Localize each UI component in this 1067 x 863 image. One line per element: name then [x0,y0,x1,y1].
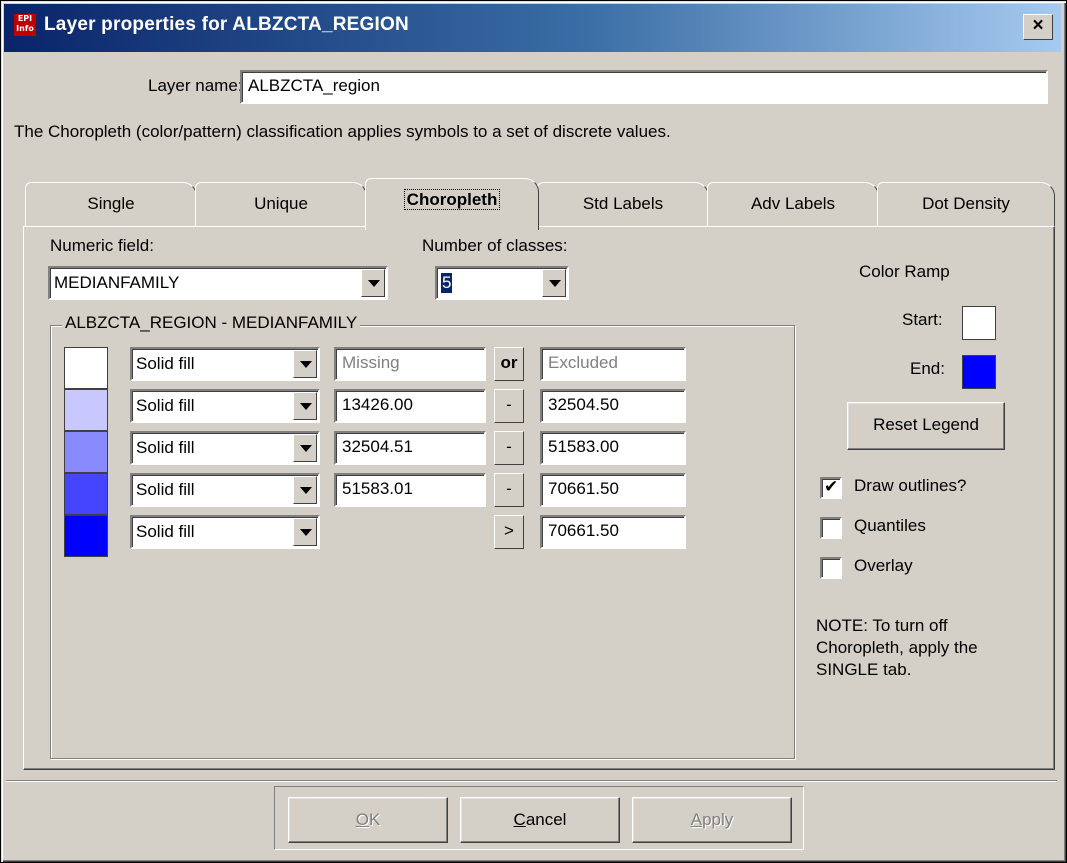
draw-outlines-checkbox[interactable] [820,477,842,499]
class-color-swatch[interactable] [64,473,108,515]
fill-style-select[interactable]: Solid fill [130,431,320,465]
close-button[interactable]: × [1023,14,1053,40]
tab-dot-density[interactable]: Dot Density [877,182,1055,228]
chevron-down-icon[interactable] [361,269,385,297]
overlay-label: Overlay [854,556,913,575]
note-line-3: SINGLE tab. [816,660,912,679]
class-from-input[interactable]: 13426.00 [334,389,486,423]
window-title: Layer properties for ALBZCTA_REGION [44,14,409,35]
draw-outlines-label: Draw outlines? [854,476,967,495]
note-line-1: NOTE: To turn off [816,616,948,635]
tab-adv-labels[interactable]: Adv Labels [707,182,879,228]
epi-info-app-icon: EPI Info [14,14,36,36]
start-color-swatch[interactable] [962,306,996,340]
start-color-label: Start: [902,310,943,329]
class-operator-button[interactable]: - [494,473,524,507]
chevron-down-icon[interactable] [293,518,317,546]
reset-legend-button[interactable]: Reset Legend [847,402,1005,450]
ok-button[interactable]: OK [288,797,448,843]
apply-button[interactable]: Apply [632,797,792,843]
separator [6,780,1057,782]
fill-style-select[interactable]: Solid fill [130,473,320,507]
class-color-swatch[interactable] [64,515,108,557]
quantiles-label: Quantiles [854,516,926,535]
fill-style-select[interactable]: Solid fill [130,389,320,423]
chevron-down-icon[interactable] [293,476,317,504]
number-of-classes-label: Number of classes: [422,236,568,255]
fill-style-select[interactable]: Solid fill [130,515,320,549]
tab-single[interactable]: Single [25,182,197,228]
end-color-label: End: [910,359,945,378]
overlay-checkbox[interactable] [820,557,842,579]
chevron-down-icon[interactable] [542,269,566,297]
chevron-down-icon[interactable] [293,392,317,420]
numeric-field-label: Numeric field: [50,236,154,255]
class-to-input[interactable]: Excluded [540,347,686,381]
description-text: The Choropleth (color/pattern) classific… [14,122,671,141]
class-to-input[interactable]: 32504.50 [540,389,686,423]
tab-choropleth[interactable]: Choropleth [365,178,539,230]
close-icon: × [1032,15,1044,36]
chevron-down-icon[interactable] [293,434,317,462]
number-of-classes-select[interactable]: 5 [435,266,569,300]
class-operator-button[interactable]: or [494,347,524,381]
class-from-input[interactable]: Missing [334,347,486,381]
tab-unique[interactable]: Unique [195,182,367,228]
quantiles-checkbox[interactable] [820,517,842,539]
layer-name-input[interactable]: ALBZCTA_region [240,70,1048,104]
color-ramp-title: Color Ramp [859,262,950,281]
tab-std-labels[interactable]: Std Labels [537,182,709,228]
class-from-input[interactable]: 32504.51 [334,431,486,465]
class-to-input[interactable]: 70661.50 [540,515,686,549]
classes-groupbox-title: ALBZCTA_REGION - MEDIANFAMILY [62,313,361,333]
class-color-swatch[interactable] [64,347,108,389]
note-line-2: Choropleth, apply the [816,638,978,657]
chevron-down-icon[interactable] [293,350,317,378]
class-from-input[interactable]: 51583.01 [334,473,486,507]
class-color-swatch[interactable] [64,431,108,473]
class-to-input[interactable]: 70661.50 [540,473,686,507]
class-color-swatch[interactable] [64,389,108,431]
numeric-field-select[interactable]: MEDIANFAMILY [48,266,388,300]
class-operator-button[interactable]: > [494,515,524,549]
fill-style-select[interactable]: Solid fill [130,347,320,381]
end-color-swatch[interactable] [962,355,996,389]
class-operator-button[interactable]: - [494,431,524,465]
class-operator-button[interactable]: - [494,389,524,423]
class-to-input[interactable]: 51583.00 [540,431,686,465]
layer-name-label: Layer name: [148,76,243,95]
cancel-button[interactable]: Cancel [460,797,620,843]
